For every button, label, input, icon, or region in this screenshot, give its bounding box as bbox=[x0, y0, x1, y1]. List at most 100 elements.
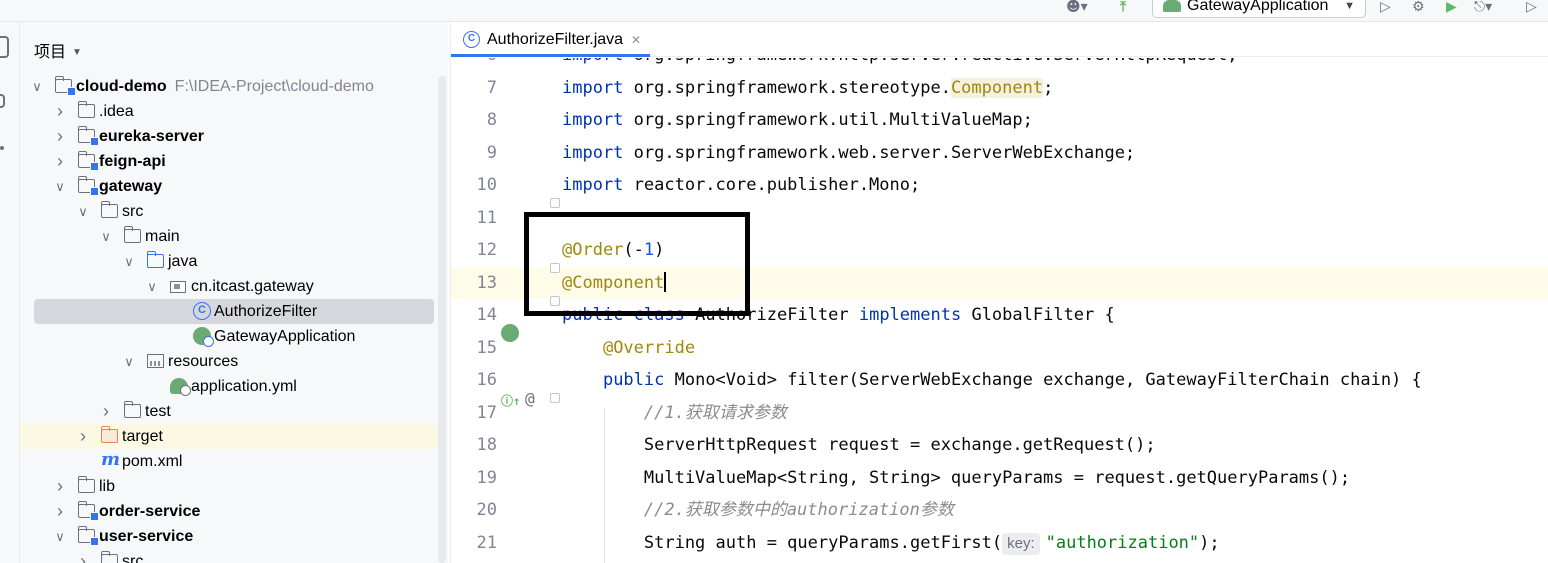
code-line[interactable]: 10 import reactor.core.publisher.Mono; bbox=[451, 169, 1548, 201]
structure-tool-icon[interactable] bbox=[0, 94, 5, 108]
override-gutter-icon[interactable]: ⓘ↑ bbox=[501, 392, 520, 409]
code-line[interactable]: 16 public Mono<Void> filter(ServerWebExc… bbox=[451, 364, 1548, 396]
tree-item-label: order-service bbox=[99, 503, 201, 520]
line-number: 21 bbox=[476, 532, 497, 553]
fold-marker-icon[interactable] bbox=[550, 393, 560, 403]
code-line[interactable]: 7 import org.springframework.stereotype.C… bbox=[451, 72, 1548, 104]
code-text: import org.springframework.web.server.Se… bbox=[562, 142, 1136, 163]
excluded-folder-icon bbox=[100, 426, 118, 443]
fold-marker-icon[interactable] bbox=[550, 296, 560, 306]
code-line[interactable]: 19 MultiValueMap<String, String> queryPa… bbox=[451, 462, 1548, 494]
tree-item[interactable]: ∨ resources bbox=[20, 349, 438, 374]
code-line[interactable]: 15 @Override bbox=[451, 332, 1548, 364]
code-line[interactable]: 21 String auth = queryParams.getFirst(ke… bbox=[451, 527, 1548, 559]
project-tool-icon[interactable] bbox=[0, 36, 9, 58]
profile-icon[interactable]: ⎋▾ bbox=[1474, 0, 1492, 16]
chevron-right-icon[interactable]: › bbox=[99, 399, 113, 424]
tree-item[interactable]: ∨ src bbox=[20, 199, 438, 224]
user-add-icon[interactable]: ☻▾ bbox=[1066, 0, 1088, 16]
line-number: 10 bbox=[476, 175, 497, 195]
chevron-right-icon[interactable]: › bbox=[76, 424, 90, 449]
implementation-gutter-icon[interactable] bbox=[501, 324, 519, 342]
chevron-right-icon[interactable]: › bbox=[76, 549, 90, 563]
tree-item-label: resources bbox=[168, 353, 239, 370]
chevron-right-icon[interactable]: › bbox=[53, 499, 67, 524]
code-line[interactable]: 11 bbox=[451, 202, 1548, 234]
package-icon bbox=[170, 281, 186, 293]
tree-item[interactable]: C AuthorizeFilter bbox=[34, 299, 434, 324]
chevron-right-icon[interactable]: › bbox=[53, 124, 67, 149]
tab-authorize-filter[interactable]: C AuthorizeFilter.java ✕ bbox=[451, 26, 650, 57]
code-area[interactable]: 6 import org.springframework.http.server.… bbox=[451, 58, 1548, 563]
class-icon: C bbox=[193, 302, 211, 320]
more-run-icon[interactable]: ▷ bbox=[1526, 0, 1537, 16]
code-line[interactable]: 9 import org.springframework.web.server.S… bbox=[451, 137, 1548, 169]
tree-item[interactable]: › eureka-server bbox=[20, 124, 438, 149]
chevron-right-icon[interactable]: › bbox=[53, 474, 67, 499]
chevron-down-icon[interactable]: ∨ bbox=[122, 349, 136, 374]
code-text: import org.springframework.stereotype.Co… bbox=[562, 77, 1054, 98]
project-path: F:\IDEA-Project\cloud-demo bbox=[174, 78, 374, 95]
tree-item[interactable]: ∨ java bbox=[20, 249, 438, 274]
tree-item[interactable]: › lib bbox=[20, 474, 438, 499]
tree-item[interactable]: ∨ cn.itcast.gateway bbox=[20, 274, 438, 299]
line-number: 20 bbox=[476, 500, 497, 520]
spring-boot-class-icon bbox=[193, 327, 214, 347]
line-number: 18 bbox=[476, 435, 497, 455]
code-line[interactable]: 12 @Order(-1) bbox=[451, 234, 1548, 266]
chevron-right-icon[interactable]: › bbox=[53, 99, 67, 124]
tree-item[interactable]: › test bbox=[20, 399, 438, 424]
code-line[interactable]: 17 //1.获取请求参数 bbox=[451, 397, 1548, 429]
tree-item-label: main bbox=[145, 228, 180, 245]
code-line[interactable]: 14 public class AuthorizeFilter implement… bbox=[451, 299, 1548, 331]
tree-item-label: lib bbox=[99, 478, 116, 495]
tree-item-label: user-service bbox=[99, 528, 194, 545]
run-icon[interactable]: ▷ bbox=[1380, 0, 1391, 16]
chevron-down-icon[interactable]: ∨ bbox=[122, 249, 136, 274]
fold-marker-icon[interactable] bbox=[550, 198, 560, 208]
chevron-down-icon[interactable]: ∨ bbox=[53, 524, 67, 549]
code-line[interactable]: 6 import org.springframework.http.server.… bbox=[451, 58, 1548, 71]
code-text: String auth = queryParams.getFirst(key: "… bbox=[562, 532, 1220, 555]
coverage-icon[interactable]: ▶ bbox=[1446, 0, 1457, 16]
tool-window-strip bbox=[0, 22, 20, 563]
project-panel-header[interactable]: 项目 ▼ bbox=[34, 38, 82, 62]
tree-item[interactable]: › .idea bbox=[20, 99, 438, 124]
chevron-down-icon[interactable]: ∨ bbox=[53, 174, 67, 199]
module-folder-icon bbox=[77, 526, 99, 546]
tree-item[interactable]: › feign-api bbox=[20, 149, 438, 174]
project-panel: 项目 ▼ ∨ cloud-demo F:\IDEA-Project\cloud-dem… bbox=[20, 22, 448, 563]
code-text: @Override bbox=[602, 337, 696, 358]
debug-icon[interactable]: ⚙ bbox=[1412, 0, 1425, 16]
chevron-down-icon[interactable]: ∨ bbox=[99, 224, 113, 249]
code-line[interactable]: 13 @Component bbox=[451, 266, 1548, 299]
source-folder-icon bbox=[146, 251, 164, 268]
tree-item[interactable]: application.yml bbox=[20, 374, 438, 399]
run-config-selector[interactable]: GatewayApplication ▼ bbox=[1152, 0, 1366, 18]
hammer-icon[interactable]: ⤒ bbox=[1120, 0, 1126, 16]
tree-item[interactable]: › order-service bbox=[20, 499, 438, 524]
tree-item-label: GatewayApplication bbox=[214, 328, 356, 345]
tree-item[interactable]: ∨ cloud-demo F:\IDEA-Project\cloud-demo bbox=[20, 74, 438, 99]
line-number: 11 bbox=[476, 207, 497, 228]
annotation-gutter-icon[interactable]: @ bbox=[525, 389, 535, 408]
tree-item[interactable]: › src bbox=[20, 549, 438, 563]
code-line[interactable]: 8 import org.springframework.util.MultiVa… bbox=[451, 104, 1548, 136]
fold-marker-icon[interactable] bbox=[550, 263, 560, 273]
tree-item[interactable]: m pom.xml bbox=[20, 449, 438, 474]
chevron-right-icon[interactable]: › bbox=[53, 149, 67, 174]
line-number: 13 bbox=[476, 272, 497, 293]
tree-item[interactable]: › target bbox=[20, 424, 438, 449]
tree-item[interactable]: GatewayApplication bbox=[20, 324, 438, 349]
code-line[interactable]: 20 //2.获取参数中的authorization参数 bbox=[451, 494, 1548, 526]
more-tools-icon[interactable] bbox=[0, 146, 4, 150]
code-line[interactable]: 18 ServerHttpRequest request = exchange.… bbox=[451, 429, 1548, 461]
tree-item[interactable]: ∨ main bbox=[20, 224, 438, 249]
close-icon[interactable]: ✕ bbox=[631, 26, 641, 54]
chevron-down-icon[interactable]: ∨ bbox=[30, 74, 44, 99]
scrollbar[interactable] bbox=[438, 76, 446, 563]
chevron-down-icon[interactable]: ∨ bbox=[145, 274, 159, 299]
chevron-down-icon[interactable]: ∨ bbox=[76, 199, 90, 224]
tree-item[interactable]: ∨ gateway bbox=[20, 174, 438, 199]
tree-item[interactable]: ∨ user-service bbox=[20, 524, 438, 549]
